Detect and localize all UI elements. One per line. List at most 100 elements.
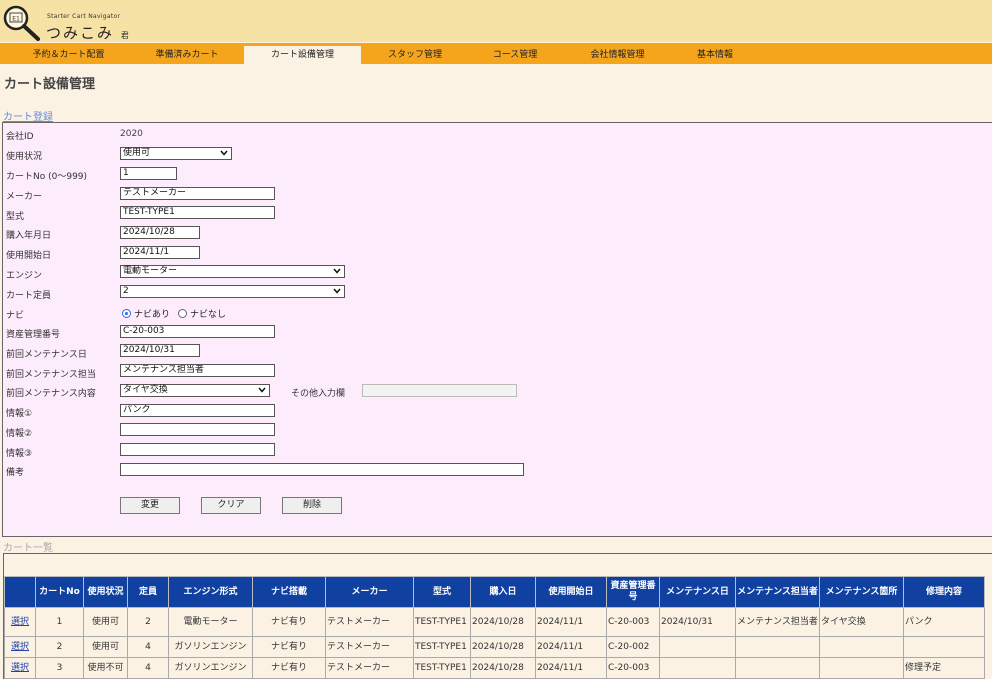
table-cell: 2024/10/28 — [470, 607, 536, 637]
table-row: 選択 2 使用可 4 ガソリンエンジン ナビ有り テストメーカー TEST-TY… — [4, 636, 985, 658]
table-cell: ガソリンエンジン — [168, 657, 253, 679]
other-input-field[interactable] — [362, 384, 517, 397]
col-maker: メーカー — [325, 576, 414, 608]
last-maint-content-select[interactable]: タイヤ交換 — [120, 384, 270, 397]
table-cell: 2024/11/1 — [535, 607, 607, 637]
tab-basic-info[interactable]: 基本情報 — [680, 46, 750, 64]
table-cell — [735, 657, 820, 679]
table-cell: 2024/10/28 — [470, 657, 536, 679]
capacity-select[interactable]: 2 — [120, 285, 345, 298]
status-select[interactable]: 使用可 — [120, 147, 232, 160]
col-maint-location: メンテナンス箇所 — [819, 576, 904, 608]
navi-on-label: ナビあり — [134, 310, 171, 320]
table-cell: 2024/10/31 — [659, 607, 736, 637]
select-link[interactable]: 選択 — [11, 663, 29, 673]
company-id-label: 会社ID — [6, 132, 34, 142]
purchase-date-label: 購入年月日 — [6, 231, 52, 241]
logo-title: つみこみ 君 — [46, 22, 129, 43]
chevron-down-icon — [333, 268, 341, 274]
table-cell — [819, 636, 904, 658]
tab-reservation[interactable]: 予約＆カート配置 — [2, 46, 135, 64]
table-row: 選択 1 使用可 2 電動モーター ナビ有り テストメーカー TEST-TYPE… — [4, 607, 985, 637]
table-cell — [659, 657, 736, 679]
table-cell: ナビ有り — [252, 607, 326, 637]
navi-radio-group: ナビあり ナビなし — [122, 307, 226, 320]
table-cell: ガソリンエンジン — [168, 636, 253, 658]
table-cell: C-20-002 — [606, 636, 660, 658]
table-cell: TEST-TYPE1 — [413, 657, 471, 679]
chevron-down-icon — [220, 150, 228, 156]
info1-field[interactable]: パンク — [120, 404, 275, 417]
capacity-label: カート定員 — [6, 291, 52, 301]
notes-label: 備考 — [6, 468, 25, 478]
navi-on-radio[interactable] — [122, 309, 131, 318]
cart-list-table: カートNo 使用状況 定員 エンジン形式 ナビ搭載 メーカー 型式 購入日 使用… — [4, 576, 985, 679]
cart-registration-link[interactable]: カート登録 — [3, 108, 53, 123]
delete-button[interactable]: 削除 — [282, 497, 342, 514]
table-cell: ナビ有り — [252, 657, 326, 679]
start-date-field[interactable]: 2024/11/1 — [120, 246, 200, 259]
asset-no-field[interactable]: C-20-003 — [120, 325, 275, 338]
col-maint-date: メンテナンス日 — [659, 576, 736, 608]
info2-field[interactable] — [120, 423, 275, 436]
app-header: E1 Starter Cart Navigator つみこみ 君 — [0, 0, 992, 42]
table-cell: パンク — [903, 607, 985, 637]
table-cell: 4 — [127, 657, 169, 679]
table-cell: メンテナンス担当者 — [735, 607, 820, 637]
change-button[interactable]: 変更 — [120, 497, 180, 514]
cart-no-field[interactable]: 1 — [120, 167, 177, 180]
tab-cart-equipment[interactable]: カート設備管理 — [244, 46, 361, 64]
logo-suffix: 君 — [120, 31, 129, 40]
info3-field[interactable] — [120, 443, 275, 456]
maker-field[interactable]: テストメーカー — [120, 187, 275, 200]
select-cell: 選択 — [4, 657, 36, 679]
status-label: 使用状況 — [6, 152, 43, 162]
table-cell: 使用不可 — [83, 657, 128, 679]
model-field[interactable]: TEST-TYPE1 — [120, 206, 275, 219]
cart-list-label: カート一覧 — [3, 543, 53, 554]
notes-field[interactable] — [120, 463, 524, 476]
table-cell: 3 — [35, 657, 84, 679]
col-purchase-date: 購入日 — [470, 576, 536, 608]
navi-off-radio[interactable] — [178, 309, 188, 318]
cart-no-label: カートNo (0〜999) — [6, 172, 88, 182]
table-cell: C-20-003 — [606, 657, 660, 679]
main-nav: 予約＆カート配置 準備済みカート カート設備管理 スタッフ管理 コース管理 会社… — [0, 43, 992, 64]
engine-select[interactable]: 電動モーター — [120, 265, 345, 278]
clear-button[interactable]: クリア — [201, 497, 261, 514]
model-label: 型式 — [6, 212, 25, 222]
engine-label: エンジン — [6, 271, 43, 281]
tab-prepared-carts[interactable]: 準備済みカート — [137, 46, 237, 64]
col-asset-no: 資産管理番号 — [606, 576, 660, 608]
last-maint-person-label: 前回メンテナンス担当 — [6, 370, 96, 380]
table-cell: テストメーカー — [325, 607, 414, 637]
last-maint-date-label: 前回メンテナンス日 — [6, 350, 87, 360]
table-cell: 使用可 — [83, 636, 128, 658]
col-repair: 修理内容 — [903, 576, 985, 608]
last-maint-person-field[interactable]: メンテナンス担当者 — [120, 364, 275, 377]
table-cell: ナビ有り — [252, 636, 326, 658]
select-cell: 選択 — [4, 636, 36, 658]
table-cell: 2 — [35, 636, 84, 658]
col-navi: ナビ搭載 — [252, 576, 326, 608]
chevron-down-icon — [333, 288, 341, 294]
table-cell: タイヤ交換 — [819, 607, 904, 637]
tab-staff[interactable]: スタッフ管理 — [370, 46, 460, 64]
last-maint-date-field[interactable]: 2024/10/31 — [120, 344, 200, 357]
tab-company-info[interactable]: 会社情報管理 — [575, 46, 660, 64]
select-link[interactable]: 選択 — [11, 617, 29, 627]
table-cell: TEST-TYPE1 — [413, 636, 471, 658]
col-engine: エンジン形式 — [168, 576, 253, 608]
purchase-date-field[interactable]: 2024/10/28 — [120, 226, 200, 239]
maker-label: メーカー — [6, 192, 43, 202]
table-row: 選択 3 使用不可 4 ガソリンエンジン ナビ有り テストメーカー TEST-T… — [4, 657, 985, 679]
table-cell: 2024/11/1 — [535, 657, 607, 679]
col-model: 型式 — [413, 576, 471, 608]
engine-select-value: 電動モーター — [123, 266, 178, 276]
page-title: カート設備管理 — [4, 77, 96, 92]
logo-title-text: つみこみ — [46, 24, 115, 42]
table-header-row: カートNo 使用状況 定員 エンジン形式 ナビ搭載 メーカー 型式 購入日 使用… — [4, 576, 985, 608]
select-link[interactable]: 選択 — [11, 642, 29, 652]
table-cell — [735, 636, 820, 658]
tab-course[interactable]: コース管理 — [475, 46, 555, 64]
